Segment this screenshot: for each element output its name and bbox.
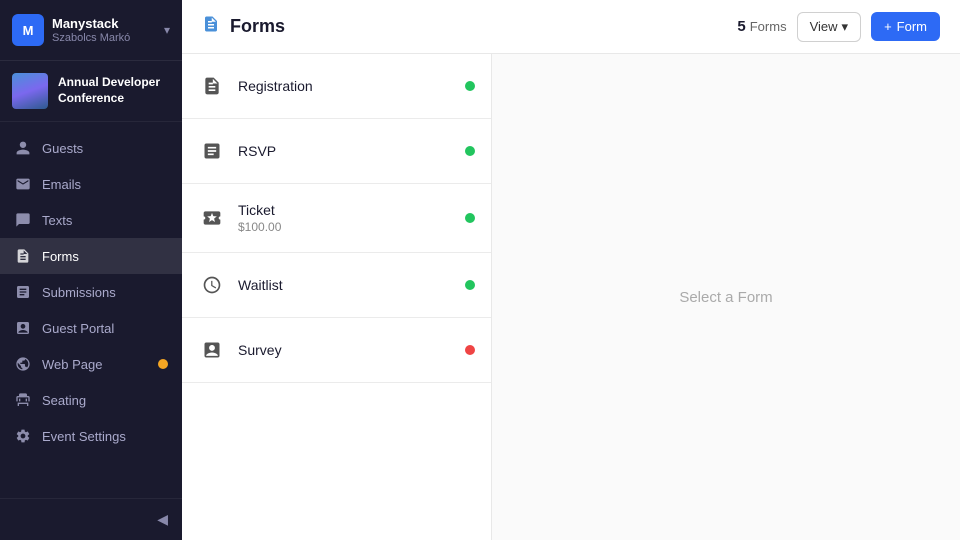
form-item-ticket[interactable]: Ticket $100.00 [182, 184, 491, 253]
page-title: Forms [230, 16, 727, 37]
rsvp-status-dot [465, 146, 475, 156]
sidebar-item-guests[interactable]: Guests [0, 130, 182, 166]
sidebar-item-emails-label: Emails [42, 177, 81, 192]
nav-section: Guests Emails Texts Forms Submissions [0, 122, 182, 498]
registration-form-icon [198, 72, 226, 100]
view-button-label: View [810, 19, 838, 34]
detail-placeholder: Select a Form [679, 289, 772, 306]
emails-icon [14, 175, 32, 193]
view-chevron-icon: ▾ [842, 19, 849, 35]
survey-form-info: Survey [238, 342, 453, 358]
sidebar-item-web-page[interactable]: Web Page [0, 346, 182, 382]
survey-status-dot [465, 345, 475, 355]
view-button[interactable]: View ▾ [797, 12, 861, 42]
form-item-survey[interactable]: Survey [182, 318, 491, 383]
app-name: Manystack [52, 16, 130, 32]
ticket-form-name: Ticket [238, 202, 453, 218]
survey-form-icon [198, 336, 226, 364]
sidebar-header[interactable]: M Manystack Szabolcs Markó ▾ [0, 0, 182, 61]
waitlist-status-dot [465, 280, 475, 290]
event-thumbnail [12, 73, 48, 109]
waitlist-form-info: Waitlist [238, 277, 453, 293]
registration-form-name: Registration [238, 78, 453, 94]
registration-form-info: Registration [238, 78, 453, 94]
sidebar-item-event-settings[interactable]: Event Settings [0, 418, 182, 454]
sidebar-item-guests-label: Guests [42, 141, 83, 156]
forms-count: 5 Forms [737, 18, 786, 35]
sidebar-item-seating-label: Seating [42, 393, 86, 408]
sidebar-item-guest-portal[interactable]: Guest Portal [0, 310, 182, 346]
web-page-icon [14, 355, 32, 373]
detail-panel: Select a Form [492, 54, 960, 540]
ticket-form-sub: $100.00 [238, 220, 453, 234]
sidebar-collapse: ◀ [0, 498, 182, 540]
sidebar-item-submissions-label: Submissions [42, 285, 116, 300]
sidebar-chevron-icon[interactable]: ▾ [164, 23, 170, 37]
registration-status-dot [465, 81, 475, 91]
texts-icon [14, 211, 32, 229]
sidebar-item-guest-portal-label: Guest Portal [42, 321, 114, 336]
forms-icon [14, 247, 32, 265]
sidebar-item-submissions[interactable]: Submissions [0, 274, 182, 310]
forms-list: Registration RSVP Ticket $10 [182, 54, 492, 540]
collapse-button[interactable]: ◀ [157, 511, 168, 528]
add-form-button[interactable]: + Form [871, 12, 940, 41]
waitlist-form-icon [198, 271, 226, 299]
event-item[interactable]: Annual Developer Conference [0, 61, 182, 122]
sidebar-item-event-settings-label: Event Settings [42, 429, 126, 444]
sidebar-item-forms[interactable]: Forms [0, 238, 182, 274]
sidebar-item-texts-label: Texts [42, 213, 72, 228]
app-logo: M [12, 14, 44, 46]
ticket-form-icon [198, 204, 226, 232]
event-settings-icon [14, 427, 32, 445]
topbar: Forms 5 Forms View ▾ + Form [182, 0, 960, 54]
forms-count-number: 5 [737, 18, 745, 35]
waitlist-form-name: Waitlist [238, 277, 453, 293]
event-name: Annual Developer Conference [58, 75, 170, 106]
content-area: Registration RSVP Ticket $10 [182, 54, 960, 540]
sidebar-item-texts[interactable]: Texts [0, 202, 182, 238]
ticket-status-dot [465, 213, 475, 223]
guest-portal-icon [14, 319, 32, 337]
rsvp-form-name: RSVP [238, 143, 453, 159]
app-user: Szabolcs Markó [52, 32, 130, 44]
form-item-waitlist[interactable]: Waitlist [182, 253, 491, 318]
sidebar: M Manystack Szabolcs Markó ▾ Annual Deve… [0, 0, 182, 540]
main-content: Forms 5 Forms View ▾ + Form Registration [182, 0, 960, 540]
forms-count-label: Forms [750, 19, 787, 34]
add-form-label: Form [897, 19, 927, 34]
sidebar-item-seating[interactable]: Seating [0, 382, 182, 418]
add-form-plus-icon: + [884, 19, 892, 34]
sidebar-item-emails[interactable]: Emails [0, 166, 182, 202]
guests-icon [14, 139, 32, 157]
form-item-registration[interactable]: Registration [182, 54, 491, 119]
topbar-forms-icon [202, 15, 220, 38]
seating-icon [14, 391, 32, 409]
rsvp-form-icon [198, 137, 226, 165]
sidebar-item-forms-label: Forms [42, 249, 79, 264]
survey-form-name: Survey [238, 342, 453, 358]
sidebar-item-web-page-label: Web Page [42, 357, 102, 372]
form-item-rsvp[interactable]: RSVP [182, 119, 491, 184]
ticket-form-info: Ticket $100.00 [238, 202, 453, 234]
submissions-icon [14, 283, 32, 301]
web-page-badge [158, 359, 168, 369]
rsvp-form-info: RSVP [238, 143, 453, 159]
